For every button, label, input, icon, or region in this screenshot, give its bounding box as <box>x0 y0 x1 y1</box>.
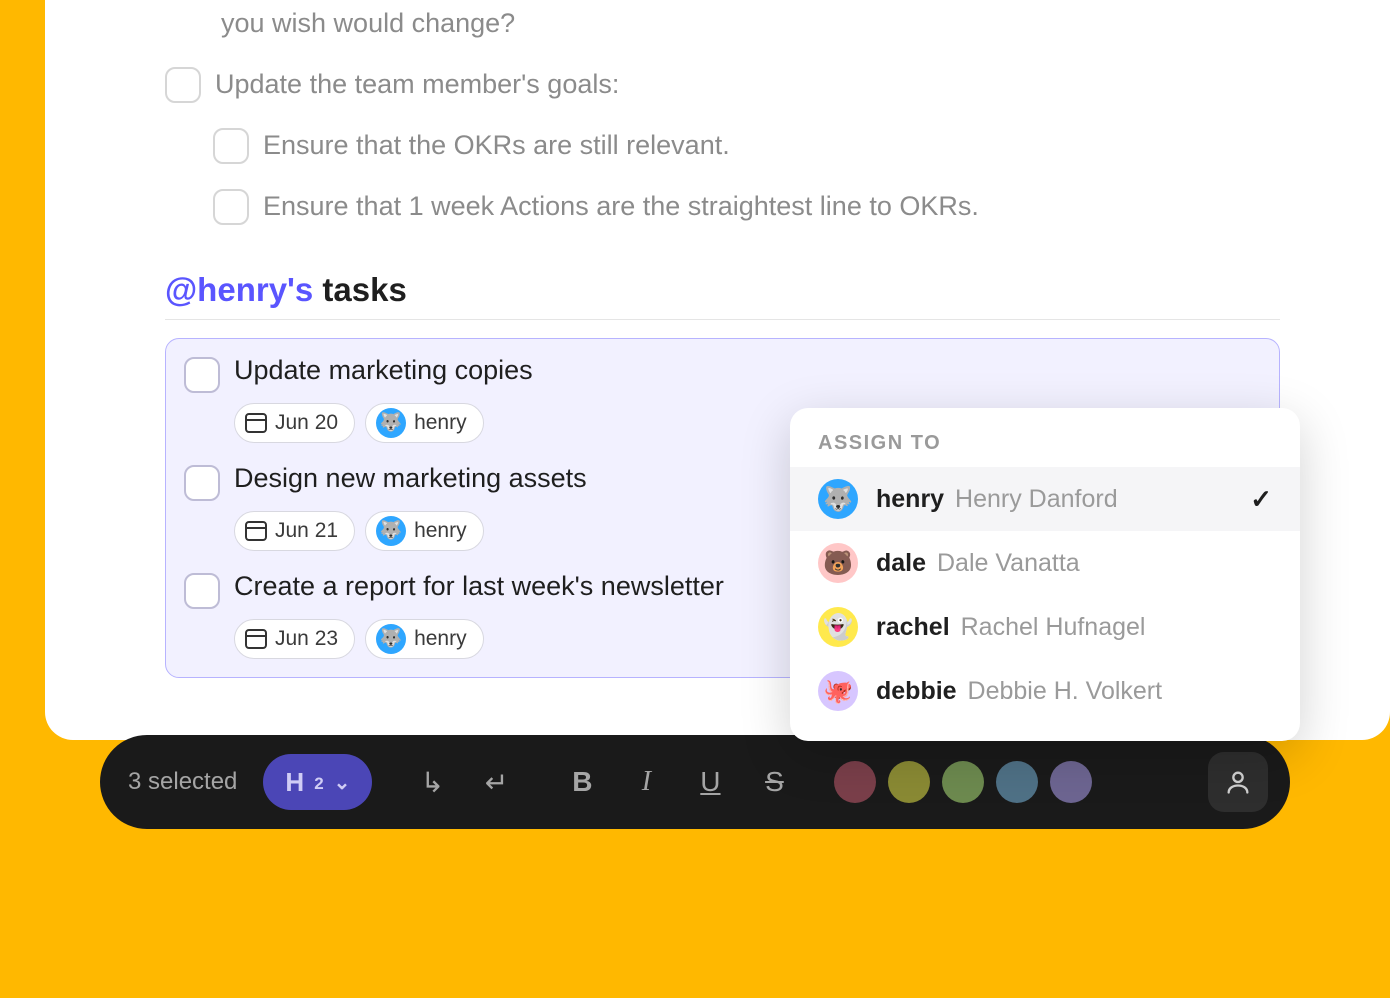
italic-button[interactable]: I <box>620 756 672 808</box>
outdent-button[interactable]: ↵ <box>470 756 522 808</box>
heading-label: H <box>285 767 304 798</box>
avatar-icon: 🐙 <box>818 671 858 711</box>
date-chip[interactable]: Jun 23 <box>234 619 355 659</box>
assign-button[interactable] <box>1208 752 1268 812</box>
task-checkbox[interactable] <box>184 573 220 609</box>
username: debbie <box>876 677 957 705</box>
color-swatch[interactable] <box>996 761 1038 803</box>
assignee-name: henry <box>414 627 467 651</box>
check-icon: ✓ <box>1250 484 1272 515</box>
checklist-item: Update the team member's goals: <box>165 65 1280 104</box>
task-checkbox[interactable] <box>184 465 220 501</box>
username: dale <box>876 549 926 577</box>
assign-option[interactable]: 🐻 dale Dale Vanatta <box>790 531 1300 595</box>
date-chip[interactable]: Jun 20 <box>234 403 355 443</box>
task-title: Create a report for last week's newslett… <box>234 571 724 602</box>
indent-button[interactable]: ↳ <box>406 756 458 808</box>
checklist-text: Ensure that the OKRs are still relevant. <box>263 126 730 165</box>
assignee-chip[interactable]: 🐺 henry <box>365 403 484 443</box>
chevron-down-icon: ⌄ <box>334 770 351 795</box>
avatar-icon: 👻 <box>818 607 858 647</box>
text: you wish would change? <box>221 4 515 43</box>
checklist-item: Ensure that 1 week Actions are the strai… <box>165 187 1280 226</box>
strike-button[interactable]: S <box>748 756 800 808</box>
assign-option[interactable]: 🐺 henry Henry Danford ✓ <box>790 467 1300 531</box>
task-title: Design new marketing assets <box>234 463 587 494</box>
selection-count: 3 selected <box>122 768 251 796</box>
fullname: Dale Vanatta <box>937 549 1080 577</box>
avatar-icon: 🐺 <box>818 479 858 519</box>
date-chip[interactable]: Jun 21 <box>234 511 355 551</box>
strike-icon: S <box>765 766 784 798</box>
user-mention[interactable]: @henry's <box>165 271 313 308</box>
calendar-icon <box>245 413 267 433</box>
calendar-icon <box>245 521 267 541</box>
username: rachel <box>876 613 950 641</box>
assignee-chip[interactable]: 🐺 henry <box>365 511 484 551</box>
checkbox[interactable] <box>213 128 249 164</box>
fullname: Rachel Hufnagel <box>961 613 1146 641</box>
assignee-chip[interactable]: 🐺 henry <box>365 619 484 659</box>
assign-option[interactable]: 👻 rachel Rachel Hufnagel <box>790 595 1300 659</box>
color-swatch[interactable] <box>834 761 876 803</box>
task-checkbox[interactable] <box>184 357 220 393</box>
color-swatch[interactable] <box>942 761 984 803</box>
color-swatch[interactable] <box>1050 761 1092 803</box>
floating-toolbar: 3 selected H2 ⌄ ↳ ↵ B I U S <box>100 735 1290 829</box>
date-text: Jun 21 <box>275 519 338 543</box>
calendar-icon <box>245 629 267 649</box>
checklist-text: Ensure that 1 week Actions are the strai… <box>263 187 979 226</box>
fullname: Debbie H. Volkert <box>968 677 1163 705</box>
bold-button[interactable]: B <box>556 756 608 808</box>
popup-header: ASSIGN TO <box>790 432 1300 467</box>
indent-icon: ↳ <box>421 766 444 799</box>
section-heading: @henry's tasks <box>165 271 1280 320</box>
checklist-item: Ensure that the OKRs are still relevant. <box>165 126 1280 165</box>
task-title: Update marketing copies <box>234 355 533 386</box>
avatar-icon: 🐻 <box>818 543 858 583</box>
bold-icon: B <box>572 766 592 798</box>
checkbox[interactable] <box>213 189 249 225</box>
avatar-icon: 🐺 <box>376 624 406 654</box>
assignee-name: henry <box>414 519 467 543</box>
checkbox[interactable] <box>165 67 201 103</box>
username: henry <box>876 485 944 513</box>
outdent-icon: ↵ <box>485 766 508 799</box>
checklist-text: Update the team member's goals: <box>215 65 619 104</box>
italic-icon: I <box>642 766 651 798</box>
fullname: Henry Danford <box>955 485 1118 513</box>
underline-icon: U <box>700 766 720 798</box>
color-swatch[interactable] <box>888 761 930 803</box>
text-line: you wish would change? <box>165 0 1280 43</box>
assign-option[interactable]: 🐙 debbie Debbie H. Volkert <box>790 659 1300 723</box>
avatar-icon: 🐺 <box>376 408 406 438</box>
date-text: Jun 20 <box>275 411 338 435</box>
heading-level: 2 <box>314 770 323 794</box>
assignee-name: henry <box>414 411 467 435</box>
avatar-icon: 🐺 <box>376 516 406 546</box>
heading-text: tasks <box>313 271 407 308</box>
assign-popup: ASSIGN TO 🐺 henry Henry Danford ✓ 🐻 dale… <box>790 408 1300 741</box>
person-icon <box>1224 768 1252 796</box>
underline-button[interactable]: U <box>684 756 736 808</box>
heading-picker[interactable]: H2 ⌄ <box>263 754 372 810</box>
date-text: Jun 23 <box>275 627 338 651</box>
